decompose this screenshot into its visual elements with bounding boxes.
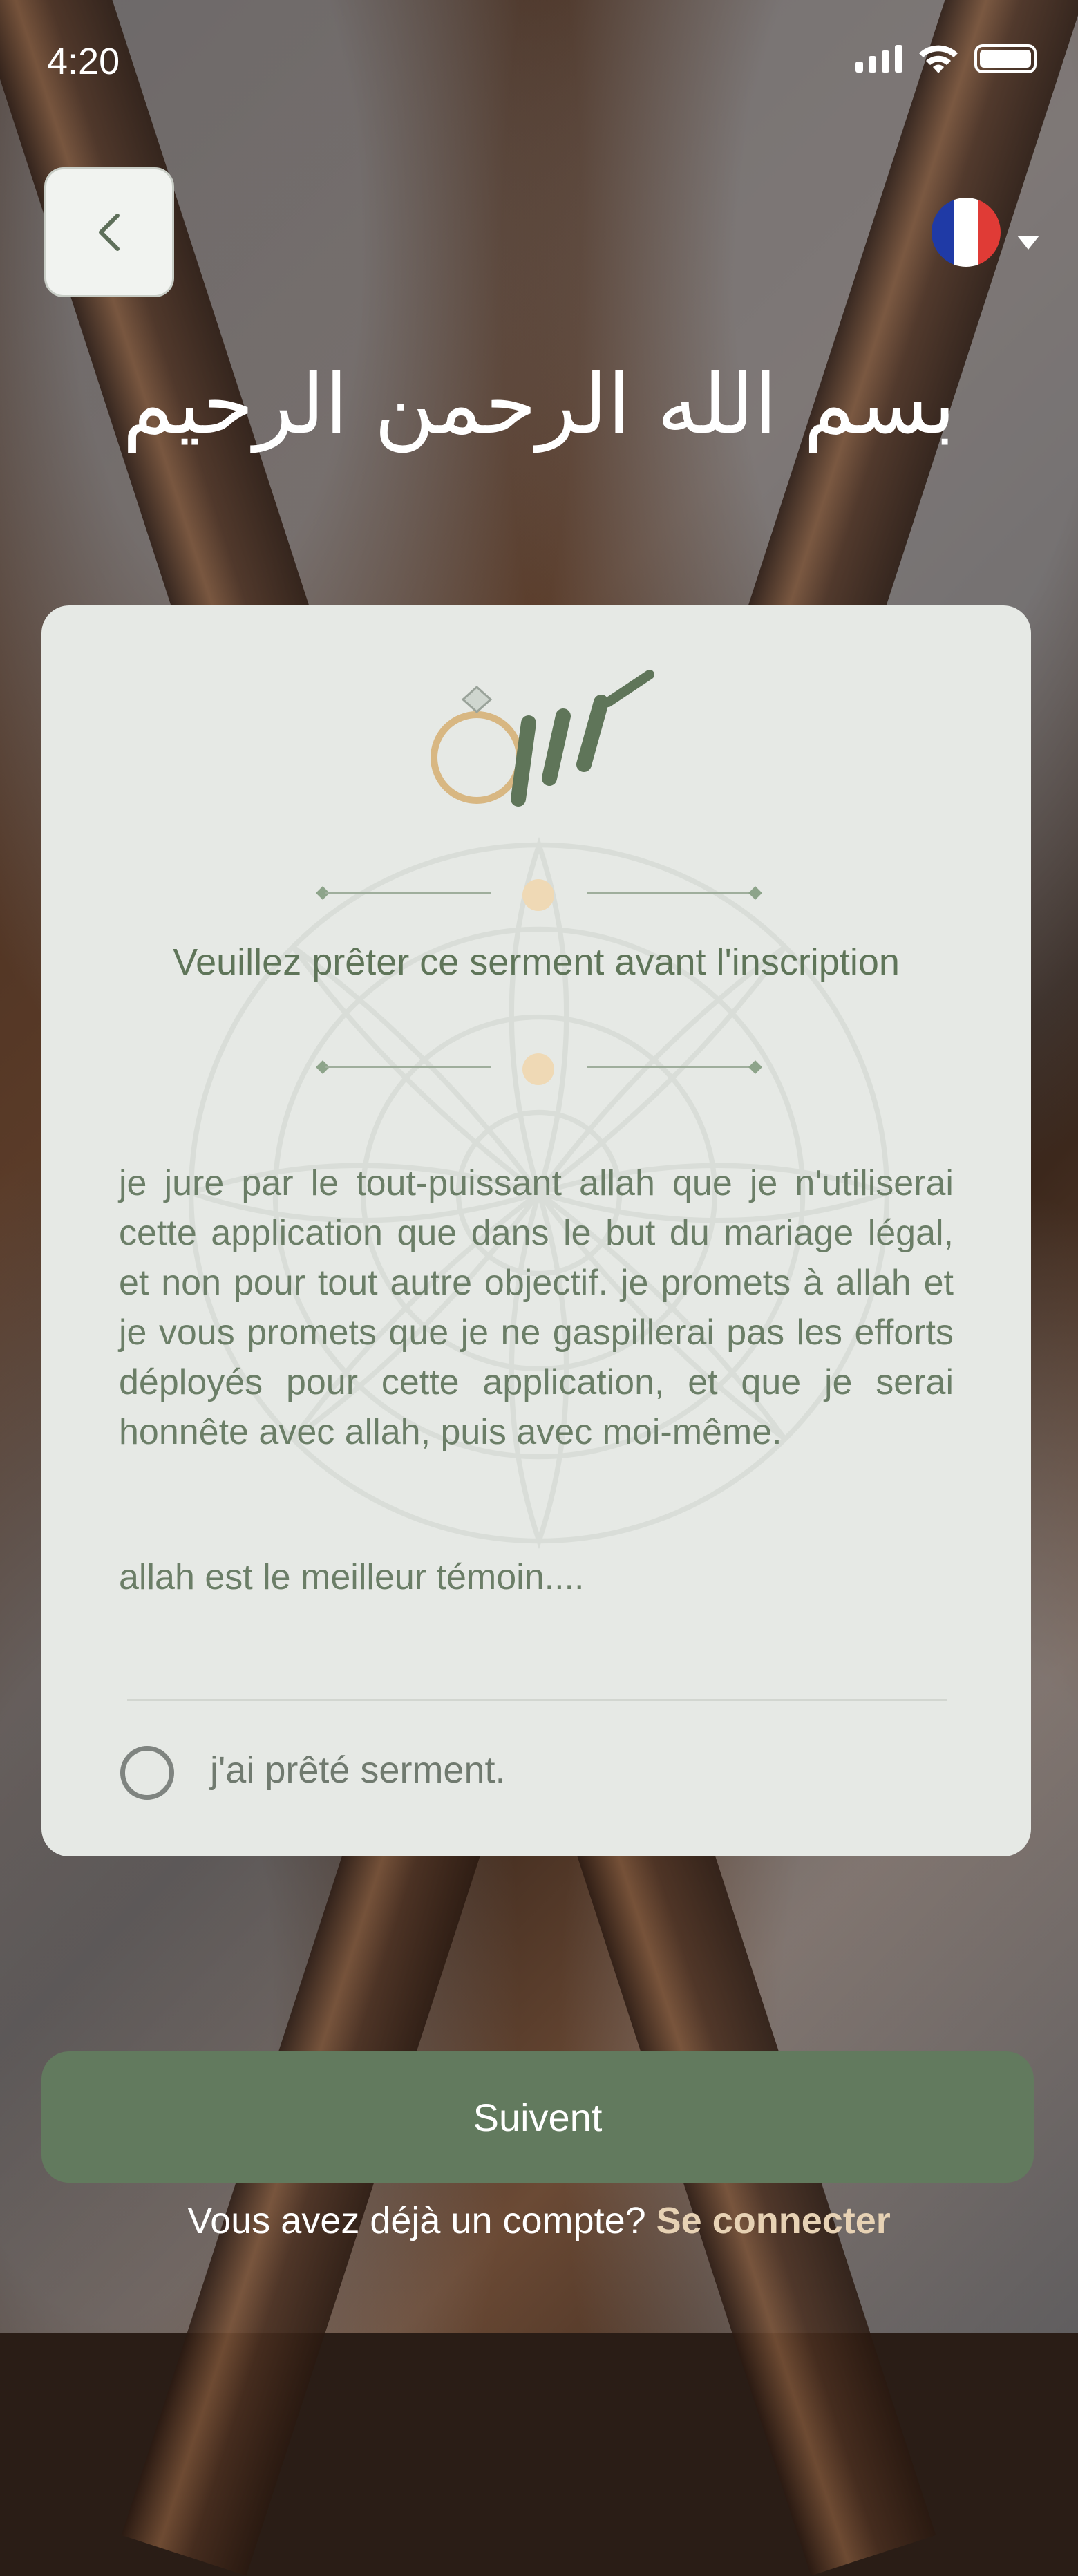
oath-title: Veuillez prêter ce serment avant l'inscr… — [173, 941, 900, 983]
oath-witness-text: allah est le meilleur témoin.... — [119, 1557, 585, 1597]
language-selector[interactable] — [932, 198, 1039, 267]
chevron-left-icon — [99, 214, 120, 251]
oath-card: Veuillez prêter ce serment avant l'inscr… — [41, 605, 1031, 1856]
ornament-divider — [316, 879, 762, 911]
next-button[interactable]: Suivent — [41, 2051, 1034, 2183]
caret-down-icon — [1017, 236, 1039, 250]
login-prompt: Vous avez déjà un compte? Se connecter — [0, 2199, 1078, 2242]
oath-radio[interactable] — [120, 1746, 174, 1800]
app-logo — [431, 670, 654, 807]
card-divider — [127, 1699, 947, 1701]
basmala-calligraphy: بسم الله الرحمن الرحيم — [122, 356, 956, 453]
battery-icon — [974, 44, 1037, 73]
ornament-divider — [316, 1053, 762, 1085]
login-prompt-text: Vous avez déjà un compte? — [187, 2200, 646, 2241]
oath-radio-label[interactable]: j'ai prêté serment. — [210, 1749, 506, 1792]
oath-text: je jure par le tout-puissant allah que j… — [119, 1163, 954, 1452]
signal-icon — [855, 45, 902, 73]
back-button[interactable] — [44, 167, 174, 297]
login-link[interactable]: Se connecter — [656, 2200, 891, 2241]
wifi-icon — [919, 45, 958, 73]
status-time: 4:20 — [47, 41, 120, 82]
france-flag-icon — [932, 198, 1001, 267]
status-icons — [855, 43, 1037, 75]
